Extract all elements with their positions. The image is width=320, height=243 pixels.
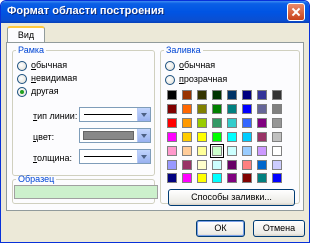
color-swatch[interactable] [167,90,177,100]
color-swatch[interactable] [212,104,222,114]
color-swatch[interactable] [272,132,282,142]
border-radio-default-label: обычная [31,60,68,70]
color-swatch[interactable] [197,104,207,114]
color-swatch[interactable] [257,146,267,156]
tab-view-label: Вид [17,30,35,40]
color-swatch[interactable] [197,132,207,142]
color-swatch[interactable] [257,132,267,142]
color-swatch[interactable] [257,90,267,100]
color-swatch[interactable] [227,173,237,183]
title-bar[interactable]: Формат области построения [1,1,309,23]
cancel-button[interactable]: Отмена [253,220,305,237]
fill-effects-button-label: Способы заливки... [191,192,272,202]
color-swatch[interactable] [242,146,252,156]
color-swatch[interactable] [227,132,237,142]
border-group-legend: Рамка [18,45,45,55]
color-swatch[interactable] [227,146,237,156]
color-swatch[interactable] [227,160,237,170]
color-swatch[interactable] [272,104,282,114]
color-swatch[interactable] [197,118,207,128]
thickness-select[interactable] [79,149,151,164]
line-sample [84,114,132,115]
color-select[interactable] [79,128,151,143]
color-swatch[interactable] [242,132,252,142]
dialog-window: Формат области построения Вид Рамка обыч… [0,0,310,243]
radio-selected-icon [17,87,27,97]
color-swatch[interactable] [242,90,252,100]
color-swatch[interactable] [197,146,207,156]
line-type-select[interactable] [79,107,151,122]
border-radio-custom-label: другая [31,86,59,96]
color-swatch[interactable] [182,118,192,128]
color-swatch[interactable] [272,118,282,128]
fill-group-legend: Заливка [166,45,201,55]
chevron-down-icon[interactable] [137,108,150,121]
color-swatch[interactable] [212,160,222,170]
color-swatch[interactable] [182,160,192,170]
color-swatch[interactable] [242,104,252,114]
radio-icon [17,74,27,84]
cancel-button-label: Отмена [262,223,296,233]
color-swatch[interactable] [182,90,192,100]
fill-radio-default-label: обычная [179,60,216,70]
color-swatch[interactable] [167,173,177,183]
border-radio-invisible-label: невидимая [31,73,78,83]
color-swatch[interactable] [167,132,177,142]
color-swatch[interactable] [272,146,282,156]
sample-group-legend: Образец [18,174,55,184]
color-swatch[interactable] [227,90,237,100]
color-swatch[interactable] [182,104,192,114]
color-swatch[interactable] [197,90,207,100]
color-swatch[interactable] [167,146,177,156]
line-type-label: тип линии: [33,111,78,121]
color-swatch[interactable] [210,144,224,158]
color-label: цвет: [33,132,55,142]
ok-button-label: ОК [214,223,227,233]
color-swatch[interactable] [182,173,192,183]
radio-icon [165,75,175,85]
color-swatch[interactable] [182,132,192,142]
color-swatch[interactable] [257,160,267,170]
radio-icon [17,61,27,71]
color-swatch[interactable] [197,160,207,170]
sample-preview [14,185,158,199]
ok-button[interactable]: ОК [196,220,245,237]
color-swatch[interactable] [272,173,282,183]
tab-view[interactable]: Вид [7,26,45,43]
thickness-sample [84,156,132,157]
chevron-down-icon[interactable] [137,129,150,142]
color-swatch[interactable] [257,173,267,183]
radio-icon [165,61,175,71]
color-swatch[interactable] [242,118,252,128]
color-swatch[interactable] [257,104,267,114]
tab-panel: Рамка обычная невидимая другая тип линии… [6,42,304,211]
color-swatch[interactable] [212,132,222,142]
color-swatch[interactable] [242,173,252,183]
color-swatch[interactable] [212,90,222,100]
color-swatch[interactable] [227,118,237,128]
color-swatch[interactable] [212,173,222,183]
color-swatch[interactable] [272,160,282,170]
chevron-down-icon[interactable] [137,150,150,163]
window-title: Формат области построения [7,5,165,17]
color-swatch[interactable] [212,118,222,128]
thickness-label: толщина: [33,153,72,163]
color-swatch[interactable] [227,104,237,114]
color-swatch[interactable] [242,160,252,170]
fill-effects-button[interactable]: Способы заливки... [168,189,295,206]
color-swatch[interactable] [257,118,267,128]
color-sample [83,131,134,140]
fill-radio-transparent-label: прозрачная [179,74,228,84]
color-swatch[interactable] [272,90,282,100]
color-swatch[interactable] [167,118,177,128]
color-swatch[interactable] [182,146,192,156]
color-swatch[interactable] [167,104,177,114]
color-swatch[interactable] [197,173,207,183]
color-swatch[interactable] [167,160,177,170]
close-icon[interactable] [287,3,305,21]
